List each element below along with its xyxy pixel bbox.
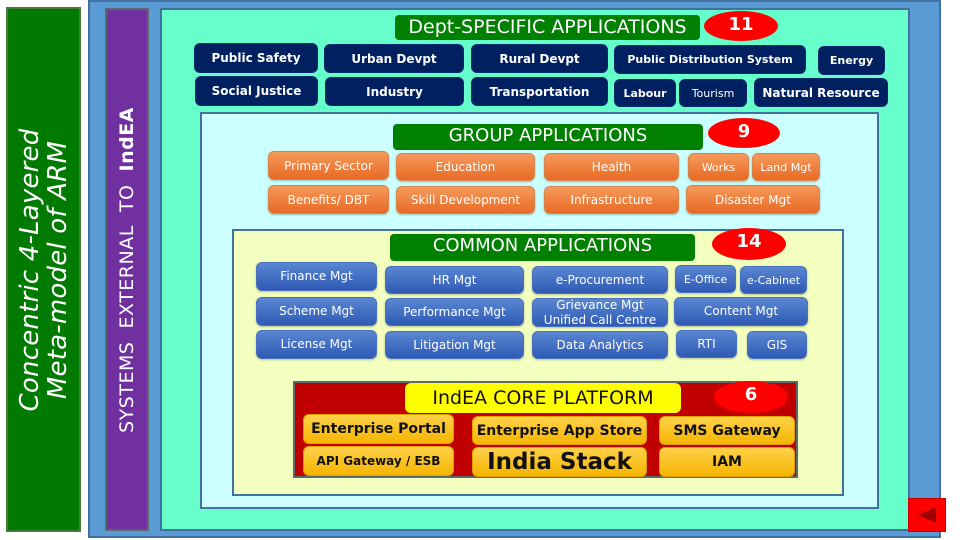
dept-app-box: Tourism bbox=[679, 79, 747, 107]
common-applications-count-badge: 14 bbox=[712, 228, 786, 260]
common-app-box: Content Mgt bbox=[674, 297, 808, 326]
core-service-box: IAM bbox=[659, 447, 795, 477]
dept-app-box: Labour bbox=[614, 79, 676, 107]
common-app-box: Data Analytics bbox=[532, 331, 668, 359]
group-app-box: Benefits/ DBT bbox=[268, 185, 389, 214]
external-systems-prefix: SYSTEMS EXTERNAL TO bbox=[116, 171, 138, 433]
core-service-box: India Stack bbox=[472, 447, 647, 477]
common-app-box: RTI bbox=[676, 330, 737, 358]
common-app-box: Performance Mgt bbox=[385, 298, 524, 326]
common-app-label: Grievance Mgt bbox=[556, 297, 644, 312]
group-app-box: Infrastructure bbox=[544, 186, 679, 214]
group-app-box: Education bbox=[396, 153, 535, 181]
dept-app-box: Public Distribution System bbox=[614, 45, 806, 74]
common-app-box: Scheme Mgt bbox=[256, 297, 377, 326]
common-app-box: License Mgt bbox=[256, 330, 377, 359]
core-service-box: Enterprise App Store bbox=[472, 416, 647, 445]
title-line-2: Meta-model of ARM bbox=[42, 140, 73, 399]
group-applications-banner: GROUP APPLICATIONS bbox=[393, 124, 703, 150]
dept-app-box: Industry bbox=[325, 77, 464, 106]
common-app-box: HR Mgt bbox=[385, 266, 524, 294]
group-applications-count-badge: 9 bbox=[708, 118, 780, 148]
group-app-box: Works bbox=[688, 153, 749, 181]
common-app-label: Unified Call Centre bbox=[543, 312, 657, 327]
dept-app-box: Social Justice bbox=[195, 76, 318, 106]
dept-app-box: Urban Devpt bbox=[324, 44, 464, 73]
dept-app-box: Transportation bbox=[471, 77, 608, 106]
external-systems-label-panel: SYSTEMS EXTERNAL TO IndEA bbox=[105, 8, 149, 531]
core-service-box: Enterprise Portal bbox=[303, 414, 454, 444]
dept-app-box: Public Safety bbox=[194, 43, 318, 73]
external-systems-indea: IndEA bbox=[116, 106, 138, 171]
dept-specific-count-badge: 11 bbox=[704, 11, 778, 41]
back-button[interactable] bbox=[908, 498, 946, 532]
diagram-title-panel: Concentric 4-Layered Meta-model of ARM bbox=[6, 7, 81, 532]
group-app-box: Disaster Mgt bbox=[686, 185, 820, 214]
core-service-box: API Gateway / ESB bbox=[303, 446, 454, 476]
common-app-box: E-Office bbox=[675, 265, 736, 293]
common-app-box: e-Cabinet bbox=[740, 266, 807, 294]
title-line-1: Concentric 4-Layered bbox=[14, 128, 45, 411]
dept-app-box: Rural Devpt bbox=[471, 44, 608, 73]
external-systems-label: SYSTEMS EXTERNAL TO IndEA bbox=[116, 107, 138, 433]
group-app-box: Health bbox=[544, 153, 679, 181]
group-app-box: Primary Sector bbox=[268, 151, 389, 180]
dept-specific-banner: Dept-SPECIFIC APPLICATIONS bbox=[395, 15, 700, 40]
common-app-box: Finance Mgt bbox=[256, 262, 377, 291]
common-applications-banner: COMMON APPLICATIONS bbox=[390, 234, 695, 261]
dept-app-box: Natural Resource bbox=[754, 78, 888, 107]
core-platform-banner: IndEA CORE PLATFORM bbox=[405, 383, 681, 413]
common-app-box: Litigation Mgt bbox=[385, 331, 524, 359]
group-app-box: Land Mgt bbox=[752, 153, 820, 181]
diagram-title: Concentric 4-Layered Meta-model of ARM bbox=[14, 128, 73, 411]
common-app-box: e-Procurement bbox=[532, 266, 668, 294]
group-app-box: Skill Development bbox=[396, 186, 535, 214]
core-service-box: SMS Gateway bbox=[659, 416, 795, 445]
dept-app-box: Energy bbox=[818, 46, 885, 75]
core-platform-count-badge: 6 bbox=[714, 381, 788, 413]
common-app-box: Grievance Mgt Unified Call Centre bbox=[532, 298, 668, 327]
back-triangle-icon bbox=[918, 507, 936, 523]
common-app-box: GIS bbox=[747, 331, 807, 359]
